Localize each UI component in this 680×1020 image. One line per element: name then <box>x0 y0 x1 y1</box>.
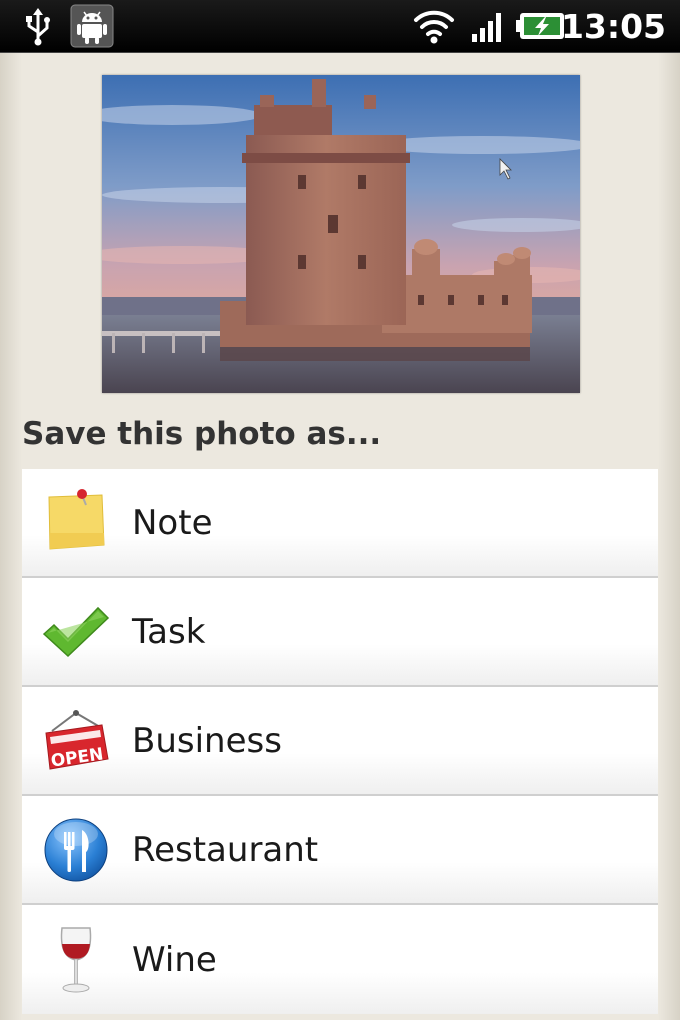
battery-charging-icon <box>516 0 566 52</box>
option-label: Restaurant <box>132 829 319 870</box>
status-bar: 13:05 <box>0 0 680 53</box>
option-label: Wine <box>132 939 217 980</box>
checkmark-icon <box>42 598 110 666</box>
wifi-icon <box>412 0 456 52</box>
option-label: Task <box>132 611 206 652</box>
android-debug-icon <box>70 0 114 52</box>
option-task[interactable]: Task <box>22 578 658 687</box>
sticky-note-icon <box>42 488 110 557</box>
save-as-option-list: Note Task OPEN Business Restaurant Wine <box>22 469 658 1014</box>
fork-knife-icon <box>42 816 110 884</box>
option-restaurant[interactable]: Restaurant <box>22 796 658 905</box>
open-sign-icon: OPEN <box>42 707 110 775</box>
signal-icon <box>470 0 506 52</box>
option-label: Business <box>132 720 282 761</box>
tower-photo <box>102 75 580 393</box>
usb-icon <box>22 0 54 52</box>
clock: 13:05 <box>560 6 666 46</box>
option-note[interactable]: Note <box>22 469 658 578</box>
option-business[interactable]: OPEN Business <box>22 687 658 796</box>
wine-glass-icon <box>42 926 110 994</box>
option-label: Note <box>132 502 213 543</box>
option-wine[interactable]: Wine <box>22 905 658 1014</box>
section-title: Save this photo as... <box>22 416 382 452</box>
